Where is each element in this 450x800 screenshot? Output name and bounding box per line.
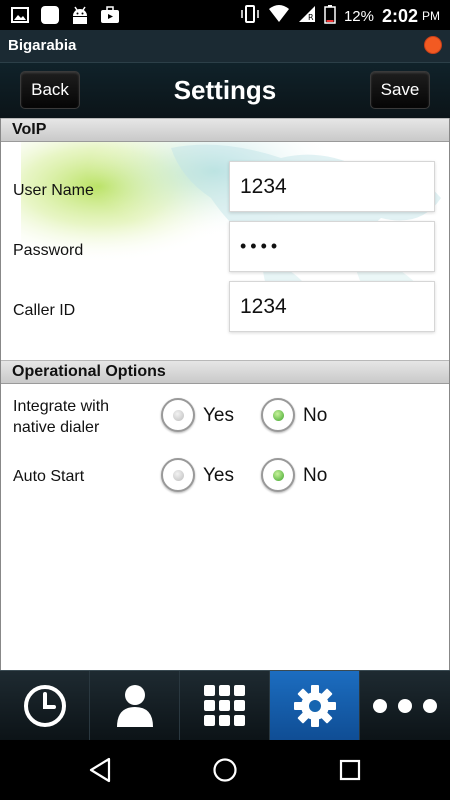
tab-history[interactable] <box>0 671 90 741</box>
wifi-icon <box>268 5 290 27</box>
autostart-no-label[interactable]: No <box>303 465 327 487</box>
password-label: Password <box>13 242 84 259</box>
app-notification-icon <box>40 5 60 25</box>
nav-recents-icon[interactable] <box>335 755 365 785</box>
briefcase-icon <box>100 5 120 25</box>
gear-icon <box>293 685 336 727</box>
integrate-no-radio[interactable] <box>261 398 295 432</box>
system-nav-bar <box>0 740 450 800</box>
clock-icon <box>23 685 66 727</box>
autostart-yes-label[interactable]: Yes <box>203 465 234 487</box>
battery-percent: 12% <box>343 7 374 25</box>
integrate-no-label[interactable]: No <box>303 405 327 427</box>
username-field[interactable]: 1234 <box>229 161 435 212</box>
app-name: Bigarabia <box>8 37 77 54</box>
nav-back-icon[interactable] <box>85 755 115 785</box>
vibrate-icon <box>240 5 260 27</box>
save-button[interactable]: Save <box>370 71 430 109</box>
voip-section-header: VoIP <box>1 118 449 142</box>
status-bar: R 12% 2:02 PM <box>0 0 450 30</box>
password-field[interactable]: •••• <box>229 221 435 272</box>
callerid-field[interactable]: 1234 <box>229 281 435 332</box>
integrate-label: Integrate with native dialer <box>13 396 109 438</box>
tab-more[interactable] <box>360 671 450 741</box>
integrate-label-line2: native dialer <box>13 419 100 436</box>
tab-contacts[interactable] <box>90 671 180 741</box>
autostart-no-radio[interactable] <box>261 458 295 492</box>
options-section-header: Operational Options <box>1 360 449 384</box>
status-dot-icon[interactable] <box>424 36 442 54</box>
username-label: User Name <box>13 182 94 199</box>
autostart-label: Auto Start <box>13 468 85 485</box>
svg-text:R: R <box>308 13 314 22</box>
integrate-yes-label[interactable]: Yes <box>203 405 234 427</box>
integrate-label-line1: Integrate with <box>13 398 110 415</box>
callerid-label: Caller ID <box>13 302 76 319</box>
signal-icon: R <box>298 5 316 27</box>
contact-icon <box>116 685 153 727</box>
bottom-tab-bar <box>0 670 450 741</box>
tab-settings[interactable] <box>270 671 360 741</box>
page-header: Back Settings Save <box>0 62 450 118</box>
more-icon <box>373 699 437 713</box>
app-title-bar: Bigarabia <box>0 30 450 62</box>
battery-icon <box>324 4 336 28</box>
keypad-icon <box>203 685 245 726</box>
tab-keypad[interactable] <box>180 671 270 741</box>
autostart-yes-radio[interactable] <box>161 458 195 492</box>
nav-home-icon[interactable] <box>210 755 240 785</box>
android-icon <box>70 5 90 25</box>
image-notification-icon <box>10 5 30 25</box>
clock-ampm: PM <box>422 9 440 23</box>
integrate-yes-radio[interactable] <box>161 398 195 432</box>
settings-content: VoIP User Name 1234 Password •••• Caller… <box>0 118 450 670</box>
clock-time: 2:02 <box>381 5 418 26</box>
